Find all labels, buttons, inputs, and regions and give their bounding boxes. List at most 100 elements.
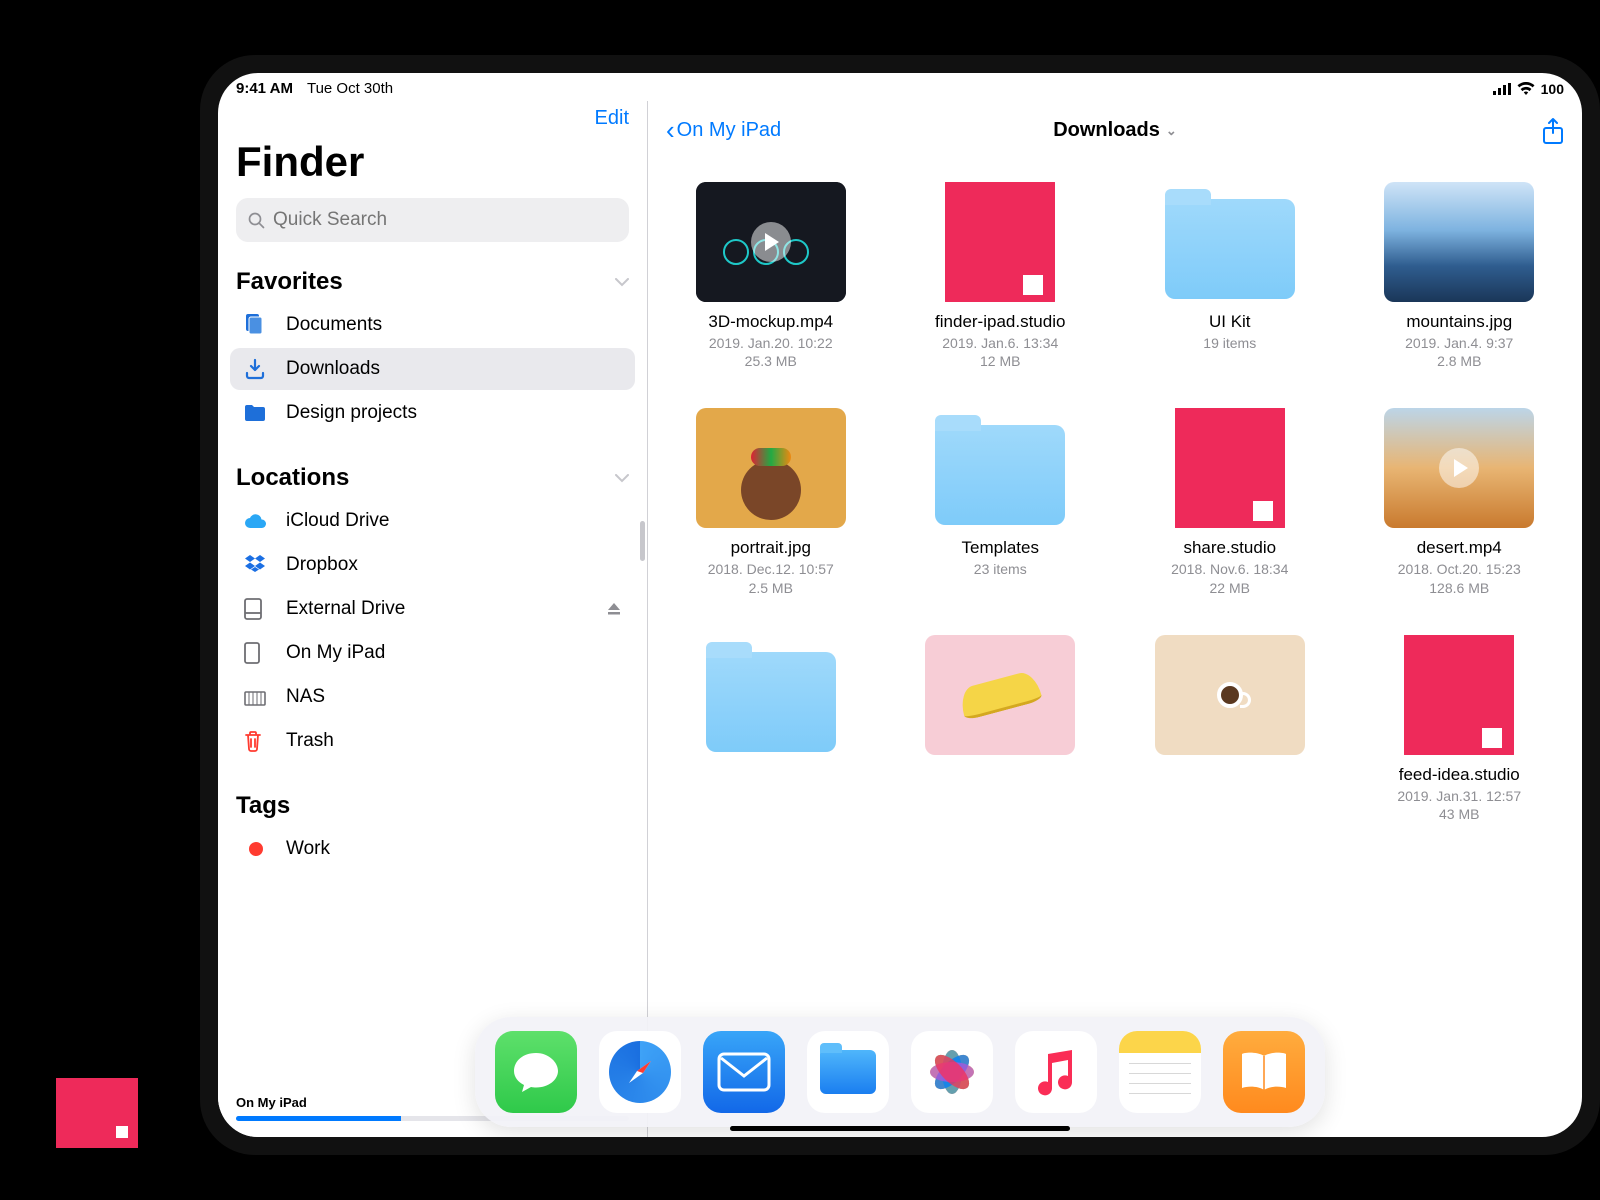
file-thumbnail (925, 182, 1075, 302)
status-bar: 9:41 AM Tue Oct 30th 100 (218, 73, 1582, 101)
sidebar-item-dropbox[interactable]: Dropbox (230, 544, 635, 586)
sidebar-item-external-drive[interactable]: External Drive (230, 588, 635, 630)
file-item[interactable]: Templates 23 items (898, 408, 1104, 596)
eject-icon[interactable] (607, 602, 621, 616)
file-meta: 2018. Oct.20. 15:23128.6 MB (1398, 560, 1521, 596)
folder-title[interactable]: Downloads ⌄ (1053, 119, 1177, 142)
nav-label: Design projects (286, 402, 417, 424)
file-item[interactable]: share.studio2018. Nov.6. 18:3422 MB (1127, 408, 1333, 596)
sidebar-item-documents[interactable]: Documents (230, 304, 635, 346)
sidebar-item-icloud[interactable]: iCloud Drive (230, 500, 635, 542)
dock-notes[interactable] (1119, 1031, 1201, 1113)
nav-label: Downloads (286, 358, 380, 380)
nav-label: Dropbox (286, 554, 358, 576)
file-item[interactable] (668, 635, 874, 823)
file-thumbnail (1384, 635, 1534, 755)
file-meta: 19 items (1203, 334, 1256, 352)
sidebar: Edit Finder Favorites (218, 101, 648, 1137)
dock-safari[interactable] (599, 1031, 681, 1113)
search-box[interactable] (236, 198, 629, 242)
nav-label: Work (286, 838, 330, 860)
file-meta: 2019. Jan.31. 12:5743 MB (1397, 787, 1521, 823)
back-label: On My iPad (677, 119, 781, 142)
home-indicator[interactable] (730, 1126, 1070, 1131)
file-item[interactable]: feed-idea.studio2019. Jan.31. 12:5743 MB (1357, 635, 1563, 823)
edit-button[interactable]: Edit (595, 107, 629, 130)
dock (475, 1017, 1325, 1127)
section-favorites[interactable]: Favorites (218, 262, 647, 302)
status-date: Tue Oct 30th (307, 80, 393, 97)
sidebar-item-trash[interactable]: Trash (230, 720, 635, 762)
dock-mail[interactable] (703, 1031, 785, 1113)
tags-label: Tags (236, 792, 290, 820)
file-name: UI Kit (1209, 312, 1251, 332)
file-thumbnail (1155, 182, 1305, 302)
file-thumbnail (1155, 408, 1305, 528)
sidebar-title: Finder (218, 138, 647, 198)
status-time: 9:41 AM (236, 80, 293, 97)
file-item[interactable] (1127, 635, 1333, 823)
back-button[interactable]: ‹ On My iPad (666, 115, 781, 146)
file-thumbnail (696, 408, 846, 528)
cloud-icon (244, 513, 268, 529)
file-meta: 2019. Jan.20. 10:2225.3 MB (709, 334, 833, 370)
dock-photos[interactable] (911, 1031, 993, 1113)
file-item[interactable]: portrait.jpg2018. Dec.12. 10:572.5 MB (668, 408, 874, 596)
dock-music[interactable] (1015, 1031, 1097, 1113)
file-name: feed-idea.studio (1399, 765, 1520, 785)
file-item[interactable]: mountains.jpg2019. Jan.4. 9:372.8 MB (1357, 182, 1563, 370)
sidebar-tag-work[interactable]: Work (230, 828, 635, 870)
file-meta: 2018. Dec.12. 10:572.5 MB (708, 560, 834, 596)
chevron-left-icon: ‹ (666, 115, 675, 146)
dropbox-icon (244, 555, 268, 575)
file-item[interactable]: UI Kit 19 items (1127, 182, 1333, 370)
search-icon (248, 212, 265, 229)
search-input[interactable] (273, 209, 617, 231)
nav-label: Trash (286, 730, 334, 752)
file-item[interactable]: 3D-mockup.mp42019. Jan.20. 10:2225.3 MB (668, 182, 874, 370)
chevron-down-icon (615, 278, 629, 287)
section-tags[interactable]: Tags (218, 786, 647, 826)
sidebar-item-on-my-ipad[interactable]: On My iPad (230, 632, 635, 674)
file-name: finder-ipad.studio (935, 312, 1065, 332)
file-meta: 23 items (974, 560, 1027, 578)
file-thumbnail (1384, 182, 1534, 302)
dock-books[interactable] (1223, 1031, 1305, 1113)
file-name: Templates (962, 538, 1039, 558)
nav-label: On My iPad (286, 642, 385, 664)
signal-icon (1493, 83, 1511, 95)
external-drive-icon (244, 598, 268, 620)
file-thumbnail (925, 635, 1075, 755)
dock-files[interactable] (807, 1031, 889, 1113)
battery-percent: 100 (1541, 81, 1564, 97)
file-meta: 2018. Nov.6. 18:3422 MB (1171, 560, 1288, 596)
ipad-icon (244, 642, 268, 664)
nav-label: iCloud Drive (286, 510, 389, 532)
file-name: share.studio (1183, 538, 1276, 558)
section-locations[interactable]: Locations (218, 458, 647, 498)
nav-label: External Drive (286, 598, 405, 620)
favorites-label: Favorites (236, 268, 343, 296)
device-frame: 9:41 AM Tue Oct 30th 100 Edit Finder (200, 55, 1600, 1155)
content-area: ‹ On My iPad Downloads ⌄ 3D-mockup.mp420… (648, 101, 1582, 1137)
file-meta: 2019. Jan.4. 9:372.8 MB (1405, 334, 1513, 370)
file-item[interactable] (898, 635, 1104, 823)
downloads-icon (244, 358, 268, 380)
documents-icon (244, 314, 268, 336)
nas-icon (244, 688, 268, 706)
sidebar-item-nas[interactable]: NAS (230, 676, 635, 718)
sidebar-scrollbar[interactable] (640, 521, 645, 561)
title-text: Downloads (1053, 119, 1160, 142)
folder-icon (244, 404, 268, 422)
file-item[interactable]: finder-ipad.studio2019. Jan.6. 13:3412 M… (898, 182, 1104, 370)
file-thumbnail (696, 182, 846, 302)
file-meta: 2019. Jan.6. 13:3412 MB (942, 334, 1058, 370)
share-button[interactable] (1542, 117, 1564, 145)
wifi-icon (1517, 82, 1535, 95)
file-thumbnail (1384, 408, 1534, 528)
file-item[interactable]: desert.mp42018. Oct.20. 15:23128.6 MB (1357, 408, 1563, 596)
dock-messages[interactable] (495, 1031, 577, 1113)
sidebar-item-design-projects[interactable]: Design projects (230, 392, 635, 434)
sidebar-item-downloads[interactable]: Downloads (230, 348, 635, 390)
trash-icon (244, 730, 268, 752)
